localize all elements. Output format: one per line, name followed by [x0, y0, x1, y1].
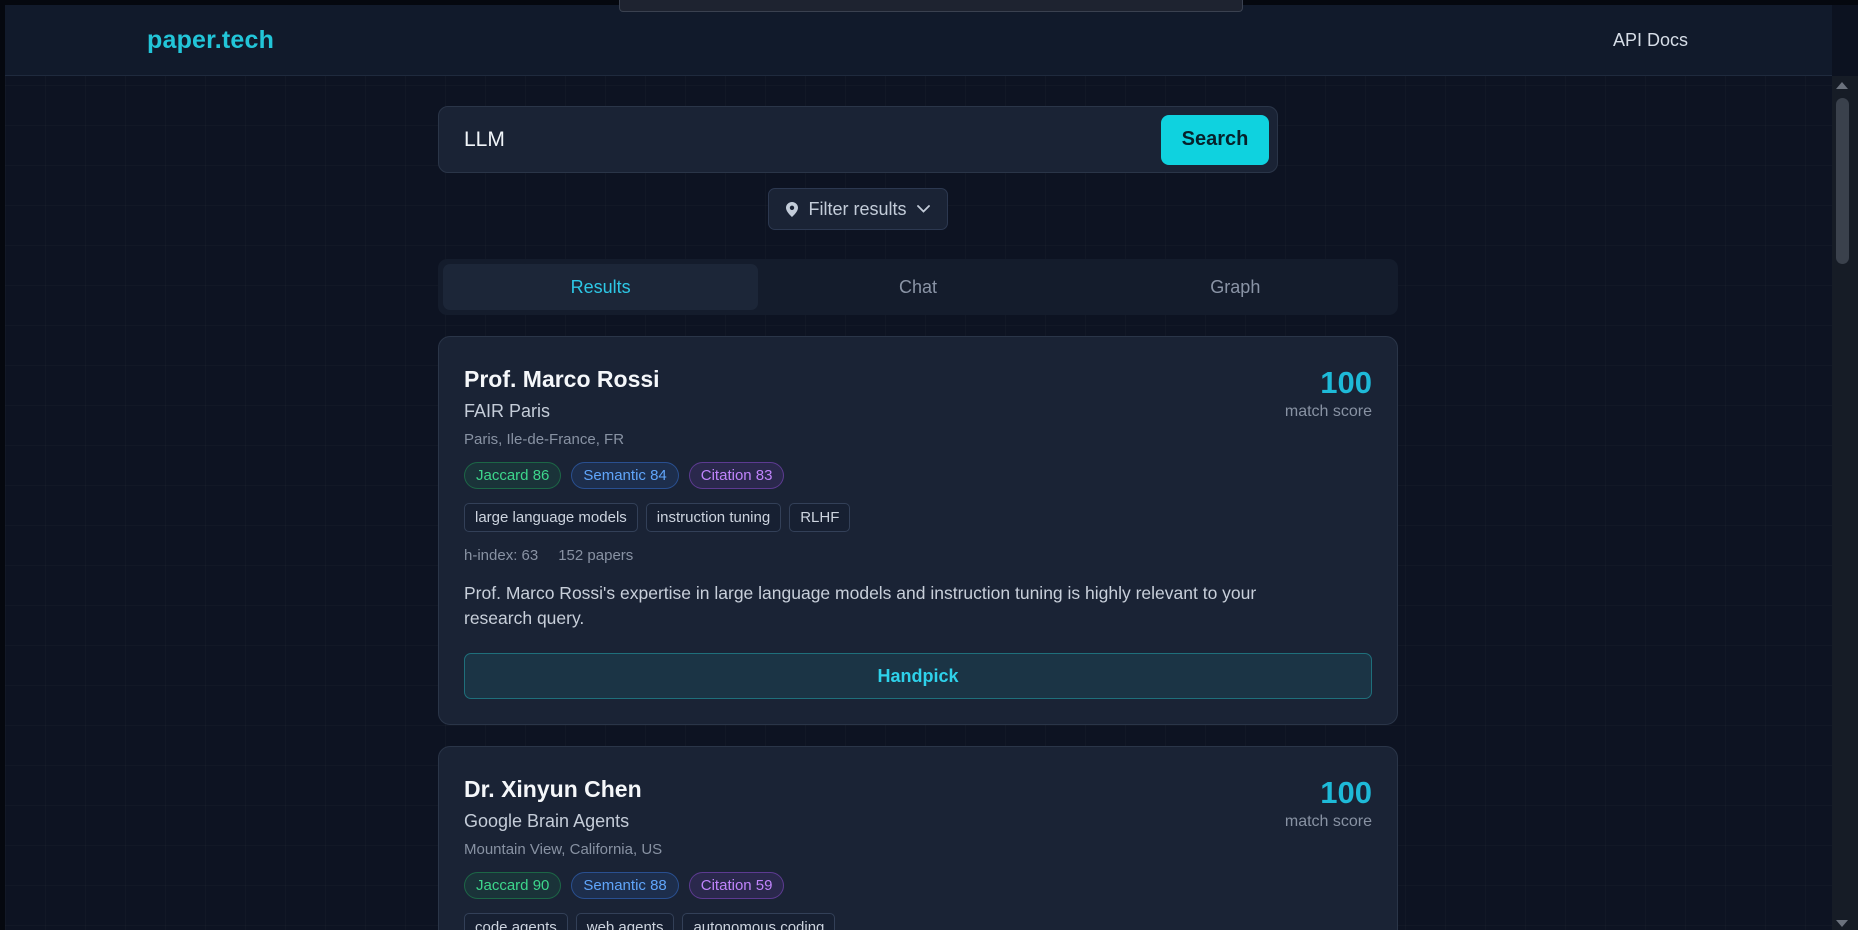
researcher-stats: h-index: 63 152 papers	[464, 547, 1372, 564]
match-score-label: match score	[1284, 813, 1372, 830]
result-card: Prof. Marco Rossi FAIR Paris Paris, Ile-…	[438, 336, 1398, 725]
chevron-down-icon	[916, 205, 930, 213]
result-card: Dr. Xinyun Chen Google Brain Agents Moun…	[438, 746, 1398, 930]
tab-graph[interactable]: Graph	[1078, 264, 1393, 310]
handpick-button[interactable]: Handpick	[464, 653, 1372, 699]
scroll-up-arrow-icon[interactable]	[1836, 82, 1848, 89]
filter-results-button[interactable]: Filter results	[768, 188, 948, 230]
topic-tag: autonomous coding	[682, 913, 836, 930]
researcher-location: Mountain View, California, US	[464, 841, 663, 858]
topic-tag: code agents	[464, 913, 568, 930]
metric-badges: Jaccard 90 Semantic 88 Citation 59	[464, 872, 1372, 899]
researcher-org: Google Brain Agents	[464, 811, 630, 831]
search-button[interactable]: Search	[1161, 114, 1269, 165]
page-viewport: paper.tech API Docs Search Filter result…	[5, 5, 1832, 930]
scroll-down-arrow-icon[interactable]	[1836, 920, 1848, 927]
semantic-badge: Semantic 88	[571, 872, 679, 899]
window-left-edge	[0, 0, 5, 930]
match-score-label: match score	[1284, 403, 1372, 420]
filter-results-label: Filter results	[808, 198, 907, 219]
view-tabs: Results Chat Graph	[438, 259, 1398, 315]
topic-tag: RLHF	[789, 503, 851, 532]
api-docs-link[interactable]: API Docs	[1613, 30, 1688, 51]
paper-count: 152 papers	[558, 547, 634, 564]
browser-top-drawer[interactable]	[619, 0, 1243, 12]
researcher-name[interactable]: Prof. Marco Rossi	[464, 366, 1372, 393]
search-bar: Search	[438, 106, 1278, 173]
scrollbar-thumb[interactable]	[1836, 98, 1849, 264]
match-score-value: 100	[1320, 775, 1372, 810]
relevance-description: Prof. Marco Rossi's expertise in large l…	[464, 583, 1257, 628]
semantic-badge: Semantic 84	[571, 462, 679, 489]
navbar: paper.tech API Docs	[5, 5, 1832, 76]
map-pin-icon	[786, 201, 799, 217]
researcher-name[interactable]: Dr. Xinyun Chen	[464, 776, 1372, 803]
topic-tags: large language models instruction tuning…	[464, 503, 1372, 532]
topic-tag: large language models	[464, 503, 638, 532]
topic-tag: instruction tuning	[645, 503, 782, 532]
main-content: Search Filter results Results Chat Graph…	[438, 106, 1398, 930]
topic-tag: web agents	[575, 913, 675, 930]
brand-logo[interactable]: paper.tech	[147, 26, 274, 55]
tab-chat[interactable]: Chat	[760, 264, 1075, 310]
match-score: 100 match score	[1285, 775, 1372, 831]
researcher-org: FAIR Paris	[464, 401, 551, 421]
search-input[interactable]	[464, 127, 1161, 152]
match-score-value: 100	[1320, 365, 1372, 400]
jaccard-badge: Jaccard 86	[464, 462, 562, 489]
metric-badges: Jaccard 86 Semantic 84 Citation 83	[464, 462, 1372, 489]
researcher-location: Paris, Ile-de-France, FR	[464, 431, 625, 448]
citation-badge: Citation 59	[688, 872, 785, 899]
tab-results[interactable]: Results	[443, 264, 759, 310]
citation-badge: Citation 83	[688, 462, 785, 489]
topic-tags: code agents web agents autonomous coding	[464, 913, 1372, 930]
jaccard-badge: Jaccard 90	[464, 872, 562, 899]
h-index: h-index: 63	[464, 547, 539, 564]
match-score: 100 match score	[1285, 365, 1372, 421]
